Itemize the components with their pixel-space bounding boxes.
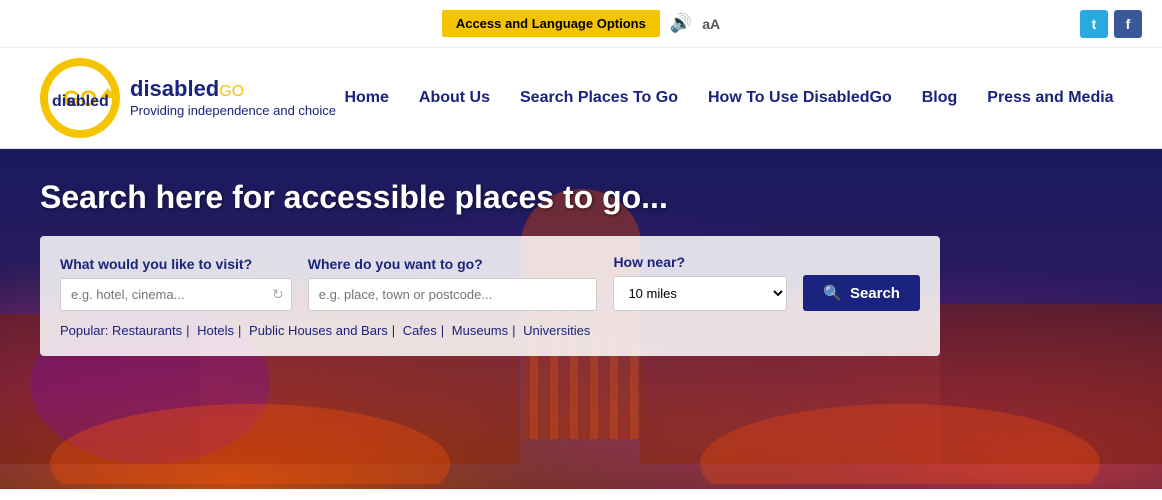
- search-button[interactable]: 🔍 Search: [803, 275, 920, 311]
- search-button-label: Search: [850, 285, 900, 302]
- where-input[interactable]: [308, 278, 598, 311]
- logo-disabled-text: disabled: [130, 76, 219, 102]
- hero-section: Search here for accessible places to go.…: [0, 149, 1162, 489]
- sep4: |: [441, 323, 444, 338]
- sep5: |: [512, 323, 515, 338]
- logo-text: disabled GO Providing independence and c…: [130, 76, 336, 120]
- nav-home[interactable]: Home: [344, 89, 388, 107]
- popular-museums[interactable]: Museums: [452, 323, 508, 338]
- near-select[interactable]: 10 miles 5 miles 20 miles 50 miles: [613, 276, 787, 311]
- near-label: How near?: [613, 254, 787, 270]
- where-field-group: Where do you want to go?: [308, 256, 598, 311]
- access-language-button[interactable]: Access and Language Options: [442, 10, 660, 37]
- speaker-icon[interactable]: 🔊: [670, 13, 692, 34]
- hero-title: Search here for accessible places to go.…: [40, 179, 1122, 216]
- top-bar: Access and Language Options 🔊 aA t f: [0, 0, 1162, 48]
- top-bar-inner: Access and Language Options 🔊 aA t f: [20, 10, 1142, 37]
- where-label: Where do you want to go?: [308, 256, 598, 272]
- nav-about[interactable]: About Us: [419, 89, 490, 107]
- logo-go-text: GO: [219, 83, 244, 101]
- hero-content: Search here for accessible places to go.…: [0, 149, 1162, 386]
- sep2: |: [238, 323, 241, 338]
- svg-text:abled: abled: [67, 93, 109, 110]
- popular-links: Popular: Restaurants | Hotels | Public Hou…: [60, 323, 920, 338]
- text-size-icon[interactable]: aA: [702, 16, 720, 32]
- popular-restaurants[interactable]: Restaurants: [112, 323, 182, 338]
- twitter-icon[interactable]: t: [1080, 10, 1108, 38]
- search-panel: What would you like to visit? ↻ Where do…: [40, 236, 940, 356]
- where-input-wrap: [308, 278, 598, 311]
- facebook-icon[interactable]: f: [1114, 10, 1142, 38]
- near-field-group: How near? 10 miles 5 miles 20 miles 50 m…: [613, 254, 787, 311]
- popular-hotels[interactable]: Hotels: [197, 323, 234, 338]
- visit-field-group: What would you like to visit? ↻: [60, 256, 292, 311]
- nav-how-to[interactable]: How To Use DisabledGo: [708, 89, 892, 107]
- visit-input-wrap: ↻: [60, 278, 292, 311]
- visit-label: What would you like to visit?: [60, 256, 292, 272]
- search-icon: 🔍: [823, 284, 842, 302]
- social-icons: t f: [1080, 10, 1142, 38]
- sep1: |: [186, 323, 189, 338]
- nav-search-places[interactable]: Search Places To Go: [520, 89, 678, 107]
- popular-cafes[interactable]: Cafes: [403, 323, 437, 338]
- popular-pubs[interactable]: Public Houses and Bars: [249, 323, 388, 338]
- visit-input[interactable]: [60, 278, 292, 311]
- header: GO dis abled disabled GO Providing indep…: [0, 48, 1162, 149]
- popular-prefix: Popular:: [60, 323, 108, 338]
- logo-tagline: Providing independence and choice: [130, 102, 336, 120]
- logo-image: GO dis abled: [40, 58, 120, 138]
- logo-area: GO dis abled disabled GO Providing indep…: [40, 58, 336, 138]
- nav-press[interactable]: Press and Media: [987, 89, 1113, 107]
- popular-universities[interactable]: Universities: [523, 323, 590, 338]
- main-nav: Home About Us Search Places To Go How To…: [336, 89, 1122, 107]
- search-fields: What would you like to visit? ↻ Where do…: [60, 254, 920, 311]
- refresh-icon[interactable]: ↻: [272, 286, 284, 303]
- sep3: |: [392, 323, 395, 338]
- nav-blog[interactable]: Blog: [922, 89, 958, 107]
